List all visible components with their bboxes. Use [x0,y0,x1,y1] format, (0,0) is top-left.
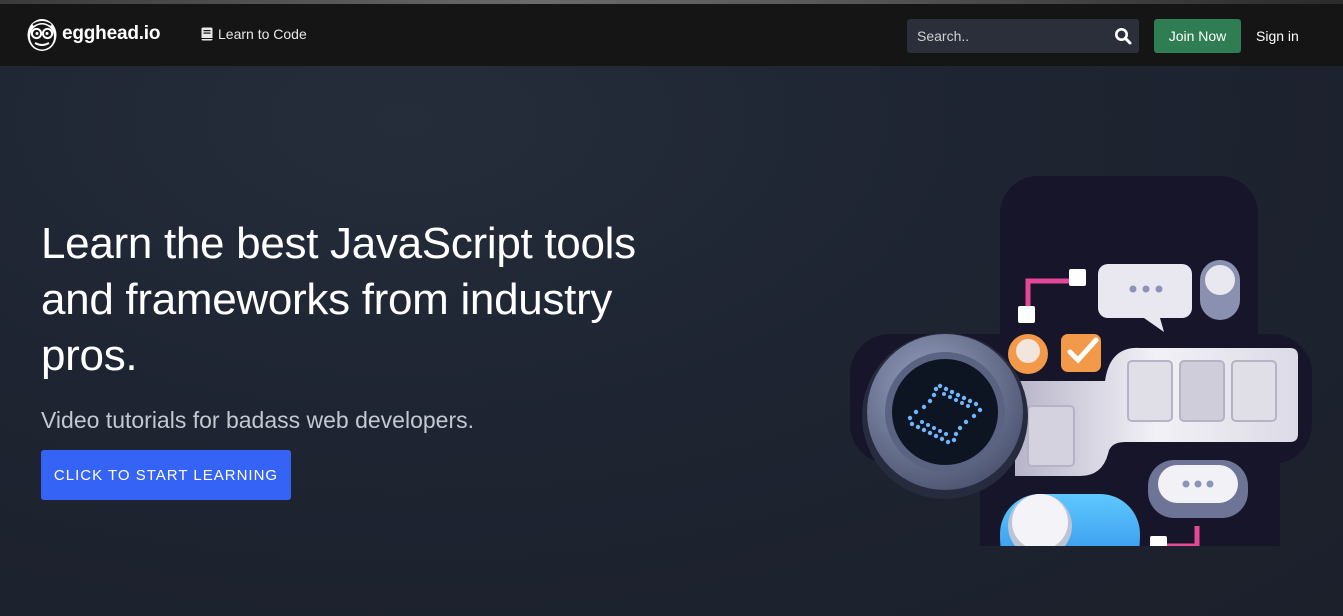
hourglass-illustration-icon [850,176,1312,546]
book-icon [201,27,213,41]
egghead-logo-icon [27,19,57,51]
search-box [907,19,1139,53]
top-navbar: egghead.io Learn to Code Join Now Sign i… [0,4,1343,66]
join-now-button[interactable]: Join Now [1154,19,1241,53]
brand-logo-link[interactable]: egghead.io [26,16,160,52]
nav-learn-label: Learn to Code [218,26,307,42]
brand-name: egghead.io [62,23,161,44]
nav-learn-to-code[interactable]: Learn to Code [201,26,307,42]
hero-subtitle: Video tutorials for badass web developer… [41,407,475,433]
search-input[interactable] [907,19,1103,53]
start-learning-button[interactable]: CLICK TO START LEARNING [41,450,291,500]
search-button[interactable] [1114,27,1132,45]
hero-section: Learn the best JavaScript tools and fram… [0,66,1343,616]
search-icon [1115,28,1132,45]
sign-in-link[interactable]: Sign in [1256,28,1299,44]
hero-title: Learn the best JavaScript tools and fram… [41,219,636,380]
